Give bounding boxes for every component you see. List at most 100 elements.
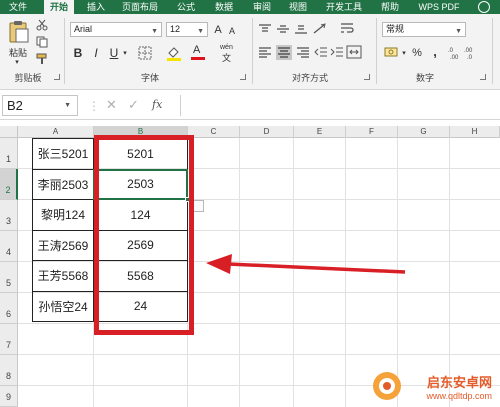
align-left-icon[interactable] [258, 46, 272, 61]
cell-a5[interactable]: 王芳5568 [32, 260, 94, 292]
tab-wps-pdf[interactable]: WPS PDF [412, 0, 466, 14]
col-header-c[interactable]: C [188, 126, 240, 138]
decrease-indent-icon[interactable] [314, 46, 328, 61]
phonetic-guide-icon[interactable]: wén 文 [218, 44, 240, 63]
select-all-corner[interactable] [0, 126, 18, 138]
cell-a1[interactable]: 张三5201 [32, 138, 94, 170]
cut-icon[interactable] [36, 19, 48, 34]
chevron-down-icon: ▼ [151, 28, 158, 35]
col-header-h[interactable]: H [450, 126, 500, 138]
clipboard-group-label: 剪贴板 [14, 73, 42, 83]
align-bottom-icon[interactable] [294, 23, 308, 38]
col-header-a[interactable]: A [18, 126, 94, 138]
borders-icon[interactable] [138, 46, 152, 63]
orientation-icon[interactable] [312, 22, 328, 38]
name-box-value: B2 [7, 98, 23, 113]
row-header-2[interactable]: 2 [0, 169, 18, 200]
cancel-icon[interactable]: ✕ [106, 97, 117, 113]
italic-button[interactable]: I [90, 46, 102, 60]
row-header-9[interactable]: 9 [0, 386, 18, 407]
col-header-e[interactable]: E [294, 126, 346, 138]
divider [64, 18, 65, 84]
number-launcher-icon[interactable] [480, 74, 486, 80]
tab-help[interactable]: 帮助 [376, 0, 404, 14]
alignment-group-label: 对齐方式 [291, 73, 328, 83]
formula-bar: B2 ▼ ⋮ ✕ ✓ fx [0, 90, 500, 120]
font-color-letter: A [193, 44, 201, 56]
fill-color-icon[interactable] [166, 45, 182, 64]
row-header-3[interactable]: 3 [0, 200, 18, 231]
number-format-combo[interactable]: 常规 ▼ [382, 22, 466, 37]
underline-button[interactable]: U [108, 46, 120, 60]
cell-a6[interactable]: 孙悟空24 [32, 290, 94, 322]
cell-a2[interactable]: 李丽2503 [32, 168, 94, 200]
tab-insert[interactable]: 插入 [82, 0, 110, 14]
bold-button[interactable]: B [72, 46, 84, 60]
row-header-4[interactable]: 4 [0, 231, 18, 262]
copy-icon[interactable] [36, 36, 48, 51]
paste-button[interactable] [8, 20, 30, 47]
increase-indent-icon[interactable] [330, 46, 344, 61]
lightbulb-icon[interactable] [478, 1, 490, 13]
tab-developer[interactable]: 开发工具 [322, 0, 366, 14]
number-format-value: 常规 [386, 24, 405, 34]
watermark-logo-icon [373, 372, 401, 400]
row-header-8[interactable]: 8 [0, 355, 18, 386]
clipboard-icon [9, 21, 29, 43]
tab-data[interactable]: 数据 [210, 0, 238, 14]
currency-icon[interactable] [384, 46, 400, 61]
percent-button[interactable]: % [410, 46, 424, 60]
alignment-launcher-icon[interactable] [364, 74, 370, 80]
row-header-7[interactable]: 7 [0, 324, 18, 355]
font-size-combo[interactable]: 12 ▼ [166, 22, 208, 37]
font-name-combo[interactable]: Arial ▼ [70, 22, 162, 37]
enter-icon[interactable]: ✓ [128, 97, 139, 113]
annotation-highlight-box [94, 135, 194, 335]
format-painter-icon[interactable] [36, 53, 48, 68]
chevron-down-icon: ▼ [455, 28, 462, 35]
cell-a4[interactable]: 王涛2569 [32, 229, 94, 261]
col-header-f[interactable]: F [346, 126, 398, 138]
svg-text:.0: .0 [467, 55, 473, 60]
row-header-6[interactable]: 6 [0, 293, 18, 324]
comma-style-button[interactable]: , [428, 44, 442, 59]
formula-input[interactable] [180, 95, 500, 116]
tab-file[interactable]: 文件 [4, 0, 32, 14]
row-header-1[interactable]: 1 [0, 138, 18, 169]
align-right-icon[interactable] [296, 46, 310, 61]
tab-formulas[interactable]: 公式 [172, 0, 200, 14]
name-box[interactable]: B2 ▼ [2, 95, 78, 116]
col-header-d[interactable]: D [240, 126, 294, 138]
cell-a3[interactable]: 黎明124 [32, 199, 94, 231]
increase-decimal-icon[interactable]: .0.00 [448, 46, 462, 63]
col-header-g[interactable]: G [398, 126, 450, 138]
grow-font-button[interactable]: A [212, 23, 224, 36]
font-color-icon[interactable]: A [190, 44, 206, 61]
decrease-decimal-icon[interactable]: .00.0 [464, 46, 478, 63]
tab-review[interactable]: 审阅 [248, 0, 276, 14]
merge-center-icon[interactable] [346, 45, 362, 62]
menu-bar: 文件 开始 插入 页面布局 公式 数据 审阅 视图 开发工具 帮助 WPS PD… [0, 0, 500, 14]
divider [376, 18, 377, 84]
tab-view[interactable]: 视图 [284, 0, 312, 14]
shrink-font-button[interactable]: A [226, 24, 238, 37]
font-size-value: 12 [170, 24, 181, 34]
phonetic-text: wén [220, 44, 233, 51]
row-header-5[interactable]: 5 [0, 262, 18, 293]
paste-dropdown-icon[interactable]: ▾ [10, 58, 24, 66]
currency-dropdown-icon[interactable]: ▾ [400, 48, 408, 58]
align-middle-icon[interactable] [276, 23, 290, 38]
tab-page-layout[interactable]: 页面布局 [118, 0, 162, 14]
align-top-icon[interactable] [258, 23, 272, 38]
font-name-value: Arial [74, 24, 93, 34]
underline-dropdown-icon[interactable]: ▾ [121, 48, 129, 58]
tab-home[interactable]: 开始 [44, 0, 74, 14]
clipboard-launcher-icon[interactable] [54, 74, 60, 80]
dots-icon: ⋮ [88, 99, 100, 113]
number-group-label: 数字 [415, 73, 434, 83]
font-launcher-icon[interactable] [240, 74, 246, 80]
insert-function-button[interactable]: fx [152, 98, 162, 111]
align-center-icon[interactable] [276, 45, 292, 60]
watermark-url: www.qdltdp.com [426, 391, 492, 401]
wrap-text-icon[interactable] [340, 22, 354, 38]
